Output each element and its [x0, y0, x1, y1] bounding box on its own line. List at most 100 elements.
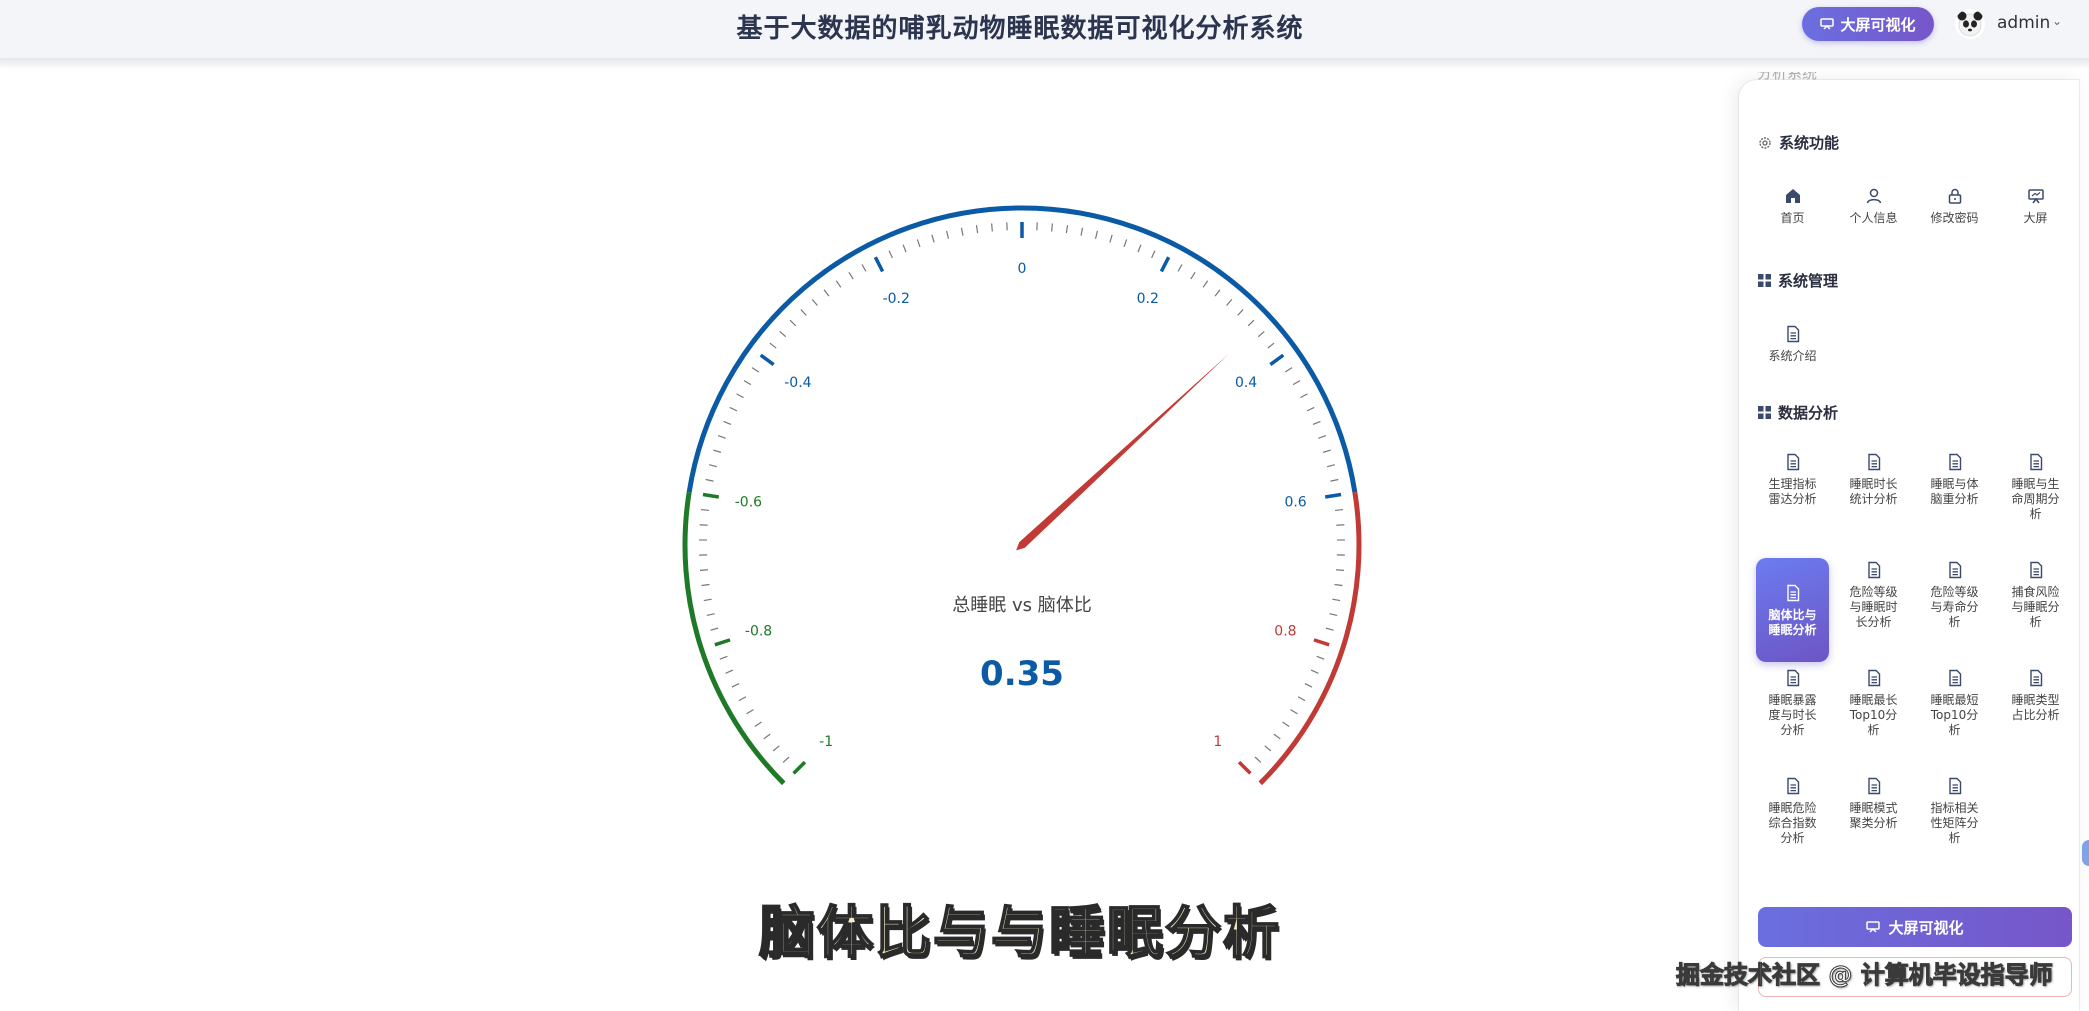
scroll-handle[interactable] [2082, 840, 2089, 866]
function-item-label: 首页 [1780, 211, 1805, 225]
analysis-item[interactable]: 睡眠危险 综合指数 分析 [1752, 774, 1833, 878]
gauge-minor-tick [991, 223, 993, 232]
panel-cutoff-title: 分析系统 [1757, 72, 1818, 82]
document-icon [1786, 584, 1799, 601]
document-icon [2029, 453, 2042, 471]
gear-icon [1759, 136, 1771, 149]
gauge-minor-tick [1247, 319, 1255, 327]
gauge-minor-tick [708, 464, 718, 468]
panel-big-screen-label: 大屏可视化 [1888, 918, 1964, 937]
gauge-minor-tick [1290, 709, 1298, 715]
analysis-item[interactable]: 捕食风险 与睡眠分 析 [1995, 558, 2076, 662]
gauge-major-tick [714, 638, 731, 647]
analysis-item[interactable]: 睡眠暴露 度与时长 分析 [1752, 666, 1833, 770]
gauge-minor-tick [1310, 669, 1319, 674]
gauge-major-tick [792, 760, 807, 775]
function-item-label: 大屏 [2023, 211, 2048, 225]
analysis-item-label: 指标相关 性矩阵分 析 [1930, 801, 1979, 845]
document-icon [1867, 669, 1880, 687]
gauge-minor-tick [823, 289, 830, 297]
lock-icon [1948, 188, 1961, 204]
gauge-minor-tick [848, 271, 854, 280]
function-item-label: 修改密码 [1930, 211, 1979, 225]
gauge-minor-tick [699, 569, 709, 571]
avatar[interactable] [1955, 9, 1985, 39]
management-item[interactable]: 系统介绍 [1752, 322, 1833, 392]
section-management-label: 系统管理 [1778, 272, 1839, 290]
analysis-item-label: 睡眠类型 占比分析 [2011, 693, 2060, 722]
big-screen-button[interactable]: 大屏可视化 [1802, 7, 1934, 41]
gauge-minor-tick [1316, 655, 1325, 660]
gauge-major-tick [1269, 353, 1285, 366]
gauge-label: 总睡眠 vs 脑体比 [952, 595, 1091, 616]
analysis-item[interactable]: 睡眠最短 Top10分 析 [1914, 666, 1995, 770]
panel-big-screen-button[interactable]: 大屏可视化 [1758, 907, 2072, 947]
panda-avatar-icon [1957, 11, 1983, 37]
gauge-band-arc [686, 205, 1358, 493]
document-icon [1948, 453, 1961, 471]
analysis-item[interactable]: 生理指标 雷达分析 [1752, 450, 1833, 554]
gauge-tick-label: -0.2 [883, 291, 910, 307]
analysis-item[interactable]: 睡眠时长 统计分析 [1833, 450, 1914, 554]
analysis-item[interactable]: 睡眠与生 命周期分 析 [1995, 450, 2076, 554]
gauge-minor-tick [751, 367, 760, 373]
gauge-major-tick [759, 353, 775, 366]
gauge-minor-tick [1300, 393, 1308, 399]
gauge-tick-label: -0.8 [745, 624, 772, 640]
gauge-major-tick [702, 492, 720, 499]
chevron-down-icon[interactable]: ⌄ [2052, 14, 2062, 28]
gauge-minor-tick [1282, 721, 1290, 728]
gauge-minor-tick [902, 244, 907, 253]
screen-icon [1820, 18, 1835, 30]
home-icon [1785, 189, 1800, 203]
gauge-minor-tick [743, 380, 752, 386]
gauge-tick-label: -0.6 [735, 495, 762, 511]
analysis-item[interactable]: 指标相关 性矩阵分 析 [1914, 774, 1995, 878]
gauge-minor-tick [772, 745, 780, 752]
section-analysis-title: 数据分析 [1758, 402, 1838, 423]
function-item[interactable]: 首页 [1752, 184, 1833, 254]
gauge-tick-label: 0 [1018, 261, 1027, 277]
gauge-minor-tick [731, 683, 740, 688]
gauge-minor-tick [1051, 223, 1053, 232]
gauge-minor-tick [1257, 330, 1265, 338]
user-icon [1866, 188, 1881, 204]
gauge-minor-tick [789, 319, 797, 327]
function-item[interactable]: 修改密码 [1914, 184, 1995, 254]
gauge-minor-tick [1080, 227, 1084, 236]
analysis-item[interactable]: 睡眠与体 脑重分析 [1914, 450, 1995, 554]
analysis-item[interactable]: 危险等级 与睡眠时 长分析 [1833, 558, 1914, 662]
analysis-item-label: 睡眠与体 脑重分析 [1930, 477, 1979, 506]
gauge-minor-tick [1151, 250, 1156, 259]
document-icon [1948, 561, 1961, 579]
gauge-minor-tick [1202, 280, 1209, 288]
analysis-item[interactable]: 睡眠类型 占比分析 [1995, 666, 2076, 770]
analysis-item-label: 睡眠与生 命周期分 析 [2011, 477, 2060, 521]
analysis-item[interactable]: 睡眠模式 聚类分析 [1833, 774, 1914, 878]
gauge-minor-tick [1094, 230, 1098, 239]
management-grid: 系统介绍 [1752, 322, 2076, 392]
gauge-major-tick [873, 256, 885, 273]
gauge-minor-tick [713, 449, 722, 453]
analysis-item[interactable]: 危险等级 与寿命分 析 [1914, 558, 1995, 662]
gauge-minor-tick [1334, 583, 1343, 587]
analysis-item[interactable]: 脑体比与 睡眠分析 [1756, 558, 1829, 662]
gauge-minor-tick [1325, 627, 1334, 631]
functions-grid: 首页 个人信息 修改密码 大屏 [1752, 184, 2076, 254]
gauge-chart: -1 -0.8 -0.6 -0.4 -0.2 0 0.2 0.4 0.6 0.8 1 总睡眠 vs 脑… [682, 205, 1362, 786]
function-item-label: 个人信息 [1849, 211, 1898, 225]
screen-icon [2027, 189, 2044, 204]
gauge-pointer [1016, 353, 1230, 551]
gauge-minor-tick [1297, 696, 1306, 702]
gauge-minor-tick [769, 342, 777, 349]
gauge-minor-tick [703, 598, 712, 602]
gauge-minor-tick [946, 230, 950, 239]
analysis-item[interactable]: 睡眠最长 Top10分 析 [1833, 666, 1914, 770]
gauge-minor-tick [931, 234, 935, 243]
function-item[interactable]: 个人信息 [1833, 184, 1914, 254]
function-item[interactable]: 大屏 [1995, 184, 2076, 254]
username[interactable]: admin [1997, 13, 2050, 33]
gauge-minor-tick [719, 655, 728, 660]
gauge-minor-tick [779, 330, 787, 338]
gauge-minor-tick [1190, 271, 1196, 280]
